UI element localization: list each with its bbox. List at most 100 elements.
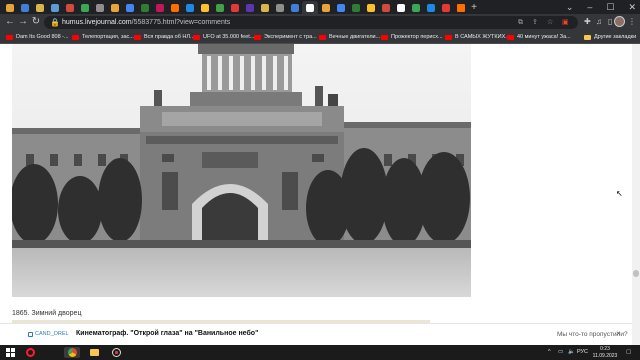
- new-tab-icon[interactable]: +: [468, 1, 480, 14]
- bookmark-label: В САМЫХ ЖУТКИХ...: [455, 34, 510, 40]
- youtube-icon: [507, 34, 514, 40]
- scrollbar-thumb[interactable]: [633, 270, 639, 277]
- browser-tab[interactable]: [92, 1, 107, 14]
- close-banner-button[interactable]: ×: [616, 329, 621, 339]
- browser-tab[interactable]: [438, 1, 453, 14]
- site-favicon-icon: [50, 3, 59, 12]
- site-favicon-icon: [125, 3, 134, 12]
- browser-tab[interactable]: [227, 1, 242, 14]
- browser-tab[interactable]: [62, 1, 77, 14]
- profile-avatar[interactable]: [614, 16, 625, 27]
- browser-tab-active[interactable]: [302, 1, 318, 14]
- browser-tab[interactable]: [167, 1, 182, 14]
- bookmark-label: Телепортация, зас...: [82, 34, 134, 40]
- browser-tab[interactable]: [257, 1, 272, 14]
- browser-tab[interactable]: [318, 1, 333, 14]
- install-app-icon[interactable]: ⧉: [518, 17, 523, 28]
- browser-tab[interactable]: [348, 1, 363, 14]
- site-favicon-icon: [95, 3, 104, 12]
- bookmark-item[interactable]: 40 минут ужаса! За...: [507, 31, 571, 43]
- tab-strip: + ⌄ – ☐ ✕: [0, 0, 640, 14]
- back-arrow-icon[interactable]: ←: [4, 16, 16, 28]
- chrome-taskbar-icon[interactable]: [64, 347, 80, 358]
- browser-tab[interactable]: [408, 1, 423, 14]
- user-icon: [28, 332, 33, 337]
- youtube-icon: [445, 34, 452, 40]
- browser-tab[interactable]: [2, 1, 17, 14]
- browser-tab[interactable]: [17, 1, 32, 14]
- reload-icon[interactable]: ↻: [30, 16, 42, 28]
- browser-tab[interactable]: [32, 1, 47, 14]
- url-path: /5583775.html?view=comments: [131, 19, 231, 26]
- folder-icon: [89, 349, 99, 356]
- media-control-icon[interactable]: ♫: [596, 16, 602, 28]
- browser-tab[interactable]: [272, 1, 287, 14]
- browser-tab[interactable]: [152, 1, 167, 14]
- extension-red-icon[interactable]: ▣: [562, 17, 569, 28]
- volume-icon[interactable]: 🔈: [568, 346, 575, 359]
- screen-recorder-taskbar-icon[interactable]: [110, 347, 122, 358]
- browser-tab[interactable]: [378, 1, 393, 14]
- browser-tab[interactable]: [242, 1, 257, 14]
- browser-tab[interactable]: [333, 1, 348, 14]
- chrome-icon: [67, 348, 77, 357]
- url-host: humus.livejournal.com: [62, 19, 132, 26]
- comment-post-title[interactable]: Кинематограф. "Открой глаза" на "Ванильн…: [76, 329, 258, 339]
- network-icon[interactable]: ▭: [558, 346, 563, 359]
- opera-taskbar-icon[interactable]: [24, 347, 36, 358]
- browser-tab[interactable]: [107, 1, 122, 14]
- browser-tab[interactable]: [393, 1, 408, 14]
- site-favicon-icon: [65, 3, 74, 12]
- bookmarks-bar: Dam Its Good 808 -... Телепортация, зас.…: [0, 31, 640, 44]
- bookmark-item[interactable]: Телепортация, зас...: [72, 31, 134, 43]
- browser-tab[interactable]: [363, 1, 378, 14]
- site-favicon-icon: [290, 3, 299, 12]
- extensions-puzzle-icon[interactable]: ✚: [584, 16, 591, 28]
- side-panel-icon[interactable]: ▯: [608, 16, 612, 28]
- youtube-icon: [254, 34, 261, 40]
- chevron-down-icon[interactable]: ⌄: [566, 1, 574, 13]
- page-content: 1865. Зимний дворец CAND_OREL Кинематогр…: [0, 44, 640, 345]
- other-bookmarks-folder[interactable]: Другие закладки: [584, 31, 636, 43]
- comment-author[interactable]: CAND_OREL: [28, 330, 69, 339]
- site-favicon-icon: [441, 3, 450, 12]
- bookmark-star-icon[interactable]: ☆: [547, 17, 553, 28]
- bookmark-item[interactable]: В САМЫХ ЖУТКИХ...: [445, 31, 510, 43]
- site-favicon-icon: [366, 3, 375, 12]
- youtube-icon: [6, 34, 13, 40]
- browser-tab[interactable]: [122, 1, 137, 14]
- browser-tab[interactable]: [423, 1, 438, 14]
- bookmark-item[interactable]: Вся правда об НЛ...: [134, 31, 195, 43]
- youtube-icon: [134, 34, 141, 40]
- bookmark-item[interactable]: UFO at 35.000 feet...: [193, 31, 254, 43]
- bookmark-item[interactable]: Эксперимент с тра...: [254, 31, 317, 43]
- browser-tab[interactable]: [287, 1, 302, 14]
- bookmark-item[interactable]: Прожектор перисх...: [381, 31, 443, 43]
- file-explorer-taskbar-icon[interactable]: [88, 347, 100, 358]
- browser-tab[interactable]: [137, 1, 152, 14]
- browser-tab[interactable]: [77, 1, 92, 14]
- site-favicon-icon: [80, 3, 89, 12]
- input-language[interactable]: РУС: [577, 346, 588, 359]
- menu-kebab-icon[interactable]: ⋮: [628, 16, 636, 28]
- minimize-icon[interactable]: –: [587, 1, 592, 13]
- close-icon[interactable]: ✕: [628, 1, 636, 13]
- share-icon[interactable]: ⇪: [532, 17, 538, 28]
- browser-tab[interactable]: [182, 1, 197, 14]
- tray-chevron-icon[interactable]: ^: [548, 346, 551, 359]
- maximize-icon[interactable]: ☐: [606, 1, 614, 13]
- browser-tab[interactable]: [47, 1, 62, 14]
- clock-date: 11.09.2023: [592, 352, 618, 359]
- start-button[interactable]: [4, 347, 16, 358]
- browser-tab[interactable]: [197, 1, 212, 14]
- bookmark-label: Вечные двигатели...: [329, 34, 381, 40]
- bookmark-item[interactable]: Dam Its Good 808 -...: [6, 31, 69, 43]
- browser-tab[interactable]: [453, 1, 468, 14]
- address-bar[interactable]: 🔒 humus.livejournal.com/5583775.html?vie…: [44, 16, 578, 29]
- browser-tab[interactable]: [212, 1, 227, 14]
- taskbar-clock[interactable]: 0:23 11.09.2023: [590, 346, 620, 359]
- forward-arrow-icon[interactable]: →: [17, 16, 29, 28]
- bookmark-item[interactable]: Вечные двигатели...: [319, 31, 380, 43]
- notifications-icon[interactable]: ▢: [626, 346, 631, 359]
- page-scrollbar[interactable]: [632, 44, 640, 345]
